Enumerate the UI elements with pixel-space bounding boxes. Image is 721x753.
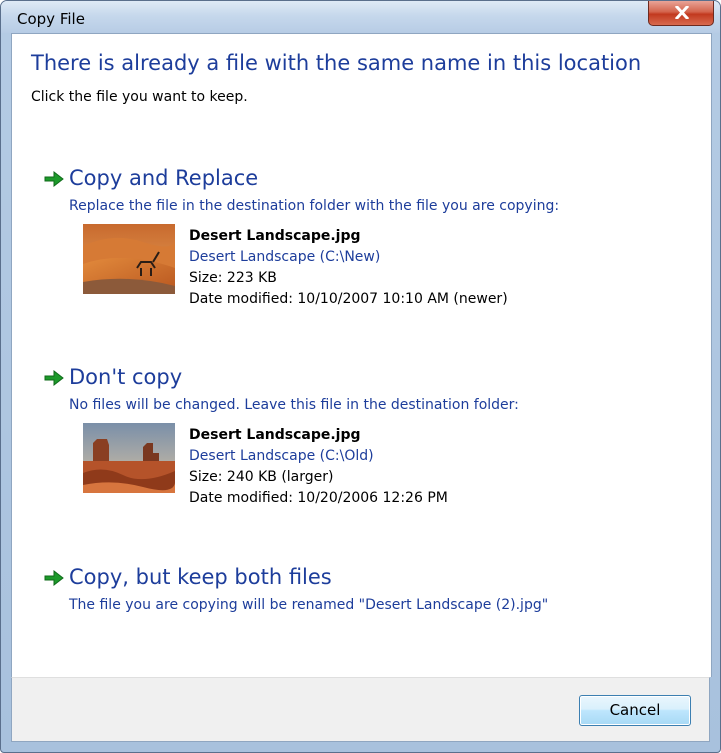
file-date: Date modified: 10/20/2006 12:26 PM (189, 490, 448, 506)
desert-old-thumbnail (83, 423, 175, 493)
dialog-heading: There is already a file with the same na… (31, 51, 642, 75)
option-description: Replace the file in the destination fold… (69, 198, 560, 214)
desert-new-thumbnail (83, 224, 175, 294)
file-size: Size: 223 KB (189, 270, 277, 286)
file-location: Desert Landscape (C:\Old) (189, 448, 374, 464)
file-size: Size: 240 KB (larger) (189, 469, 334, 485)
file-info-new: Desert Landscape.jpg Desert Landscape (C… (189, 226, 508, 310)
dialog-footer: Cancel (11, 677, 710, 742)
file-info-old: Desert Landscape.jpg Desert Landscape (C… (189, 425, 448, 509)
green-arrow-icon (44, 569, 64, 587)
green-arrow-icon (44, 369, 64, 387)
green-arrow-icon (44, 170, 64, 188)
option-title: Copy and Replace (69, 166, 259, 190)
option-description: No files will be changed. Leave this fil… (69, 397, 519, 413)
close-button[interactable] (648, 1, 714, 26)
dialog-instruction: Click the file you want to keep. (31, 89, 248, 105)
option-description: The file you are copying will be renamed… (69, 597, 549, 613)
window-title: Copy File (17, 10, 85, 28)
file-name: Desert Landscape.jpg (189, 228, 361, 244)
file-date: Date modified: 10/10/2007 10:10 AM (newe… (189, 291, 508, 307)
title-bar[interactable]: Copy File (1, 1, 720, 33)
file-name: Desert Landscape.jpg (189, 427, 361, 443)
close-icon (675, 6, 689, 19)
option-title: Don't copy (69, 365, 183, 389)
option-title: Copy, but keep both files (69, 565, 332, 589)
file-location: Desert Landscape (C:\New) (189, 249, 381, 265)
cancel-button[interactable]: Cancel (579, 695, 691, 726)
